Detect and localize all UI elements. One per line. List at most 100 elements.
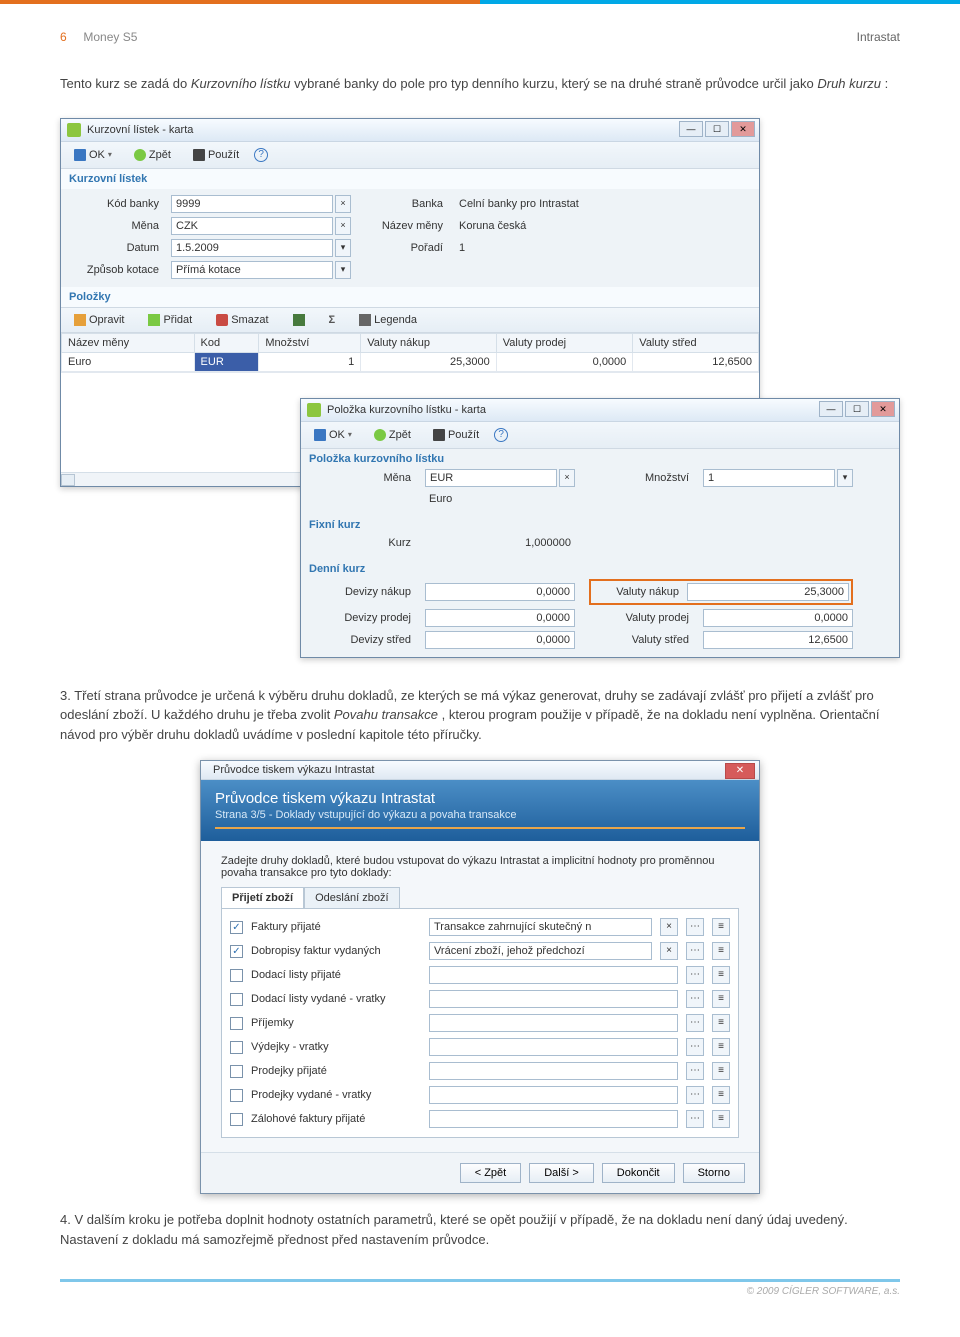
browse-transaction-button[interactable]: ⋯ <box>686 918 704 936</box>
label-kod-banky: Kód banky <box>69 198 159 210</box>
transaction-field[interactable]: Transakce zahrnující skutečný n <box>429 918 652 936</box>
tab-prijeti-zbozi[interactable]: Přijetí zboží <box>221 887 304 908</box>
finish-button[interactable]: Dokončit <box>602 1163 675 1183</box>
browse-transaction-button[interactable]: ⋯ <box>686 990 704 1008</box>
label-valuty-nakup: Valuty nákup <box>593 586 679 598</box>
col-mnozstvi[interactable]: Množství <box>259 333 361 352</box>
transaction-field[interactable] <box>429 1038 678 1056</box>
cancel-button[interactable]: Storno <box>683 1163 745 1183</box>
checkbox[interactable] <box>230 921 243 934</box>
checkbox[interactable] <box>230 993 243 1006</box>
dropdown-datum[interactable]: ▾ <box>335 239 351 257</box>
clear-transaction-button[interactable]: × <box>660 918 678 936</box>
label-poradi: Pořadí <box>363 242 443 254</box>
clear-transaction-button[interactable]: × <box>660 942 678 960</box>
col-kod[interactable]: Kod <box>194 333 259 352</box>
transaction-field[interactable] <box>429 1014 678 1032</box>
delete-button[interactable]: Smazat <box>209 311 275 329</box>
list-transaction-button[interactable]: ≡ <box>712 1062 730 1080</box>
checkbox[interactable] <box>230 1113 243 1126</box>
transaction-field[interactable] <box>429 1086 678 1104</box>
excel-button[interactable] <box>286 311 312 329</box>
input-devizy-stred[interactable]: 0,0000 <box>425 631 575 649</box>
input-devizy-prodej[interactable]: 0,0000 <box>425 609 575 627</box>
list-transaction-button[interactable]: ≡ <box>712 918 730 936</box>
apply-button[interactable]: Použít <box>186 146 246 164</box>
transaction-field[interactable] <box>429 966 678 984</box>
checkbox[interactable] <box>230 945 243 958</box>
browse-transaction-button[interactable]: ⋯ <box>686 1062 704 1080</box>
input-zpusob-kotace[interactable]: Přímá kotace <box>171 261 333 279</box>
checkbox[interactable] <box>230 1065 243 1078</box>
maximize-button[interactable]: ☐ <box>705 121 729 137</box>
apply-icon <box>433 429 445 441</box>
help-icon[interactable]: ? <box>254 148 268 162</box>
maximize-button[interactable]: ☐ <box>845 401 869 417</box>
checkbox[interactable] <box>230 1089 243 1102</box>
input-mena[interactable]: CZK <box>171 217 333 235</box>
cell-mnozstvi: 1 <box>259 352 361 371</box>
browse-transaction-button[interactable]: ⋯ <box>686 1110 704 1128</box>
input-mena[interactable]: EUR <box>425 469 557 487</box>
clear-mena[interactable]: × <box>335 217 351 235</box>
window-controls: — ☐ ✕ <box>679 121 755 137</box>
col-valuty-stred[interactable]: Valuty střed <box>633 333 759 352</box>
input-mnozstvi[interactable]: 1 <box>703 469 835 487</box>
list-transaction-button[interactable]: ≡ <box>712 942 730 960</box>
input-devizy-nakup[interactable]: 0,0000 <box>425 583 575 601</box>
help-icon[interactable]: ? <box>494 428 508 442</box>
browse-transaction-button[interactable]: ⋯ <box>686 942 704 960</box>
transaction-field[interactable] <box>429 1062 678 1080</box>
sigma-button[interactable]: Σ <box>322 311 343 329</box>
col-valuty-prodej[interactable]: Valuty prodej <box>496 333 633 352</box>
list-transaction-button[interactable]: ≡ <box>712 1038 730 1056</box>
list-transaction-button[interactable]: ≡ <box>712 990 730 1008</box>
ok-button[interactable]: OK ▾ <box>67 146 119 164</box>
add-button[interactable]: Přidat <box>141 311 199 329</box>
checkbox[interactable] <box>230 1041 243 1054</box>
browse-transaction-button[interactable]: ⋯ <box>686 1038 704 1056</box>
input-kod-banky[interactable]: 9999 <box>171 195 333 213</box>
checkbox[interactable] <box>230 1017 243 1030</box>
transaction-field[interactable]: Vrácení zboží, jehož předchozí <box>429 942 652 960</box>
col-valuty-nakup[interactable]: Valuty nákup <box>361 333 497 352</box>
input-valuty-nakup[interactable]: 25,3000 <box>687 583 849 601</box>
checkbox[interactable] <box>230 969 243 982</box>
legend-button[interactable]: Legenda <box>352 311 424 329</box>
clear-mena[interactable]: × <box>559 469 575 487</box>
back-button[interactable]: < Zpět <box>460 1163 522 1183</box>
input-valuty-prodej[interactable]: 0,0000 <box>703 609 853 627</box>
close-button[interactable]: ✕ <box>731 121 755 137</box>
dropdown-zpusob[interactable]: ▾ <box>335 261 351 279</box>
next-button[interactable]: Další > <box>529 1163 594 1183</box>
input-datum[interactable]: 1.5.2009 <box>171 239 333 257</box>
ok-button[interactable]: OK ▾ <box>307 426 359 444</box>
list-transaction-button[interactable]: ≡ <box>712 1110 730 1128</box>
browse-transaction-button[interactable]: ⋯ <box>686 966 704 984</box>
scroll-left-arrow[interactable] <box>61 474 75 486</box>
list-transaction-button[interactable]: ≡ <box>712 1014 730 1032</box>
table-row[interactable]: Euro EUR 1 25,3000 0,0000 12,6500 <box>62 352 759 371</box>
close-button[interactable]: ✕ <box>871 401 895 417</box>
col-nazev-meny[interactable]: Název měny <box>62 333 195 352</box>
list-transaction-button[interactable]: ≡ <box>712 966 730 984</box>
input-valuty-stred[interactable]: 12,6500 <box>703 631 853 649</box>
tab-odeslani-zbozi[interactable]: Odeslání zboží <box>304 887 399 908</box>
transaction-field[interactable] <box>429 990 678 1008</box>
edit-button[interactable]: Opravit <box>67 311 131 329</box>
apply-button[interactable]: Použít <box>426 426 486 444</box>
minimize-button[interactable]: — <box>679 121 703 137</box>
browse-transaction-button[interactable]: ⋯ <box>686 1014 704 1032</box>
close-button[interactable]: ✕ <box>725 763 755 779</box>
back-button[interactable]: Zpět <box>127 146 178 164</box>
back-button[interactable]: Zpět <box>367 426 418 444</box>
minimize-button[interactable]: — <box>819 401 843 417</box>
section-polozka: Položka kurzovního lístku <box>301 449 899 465</box>
transaction-field[interactable] <box>429 1110 678 1128</box>
list-transaction-button[interactable]: ≡ <box>712 1086 730 1104</box>
browse-transaction-button[interactable]: ⋯ <box>686 1086 704 1104</box>
clear-kod-banky[interactable]: × <box>335 195 351 213</box>
apply-label: Použít <box>448 429 479 441</box>
window-polozka-kurz-listku: Položka kurzovního lístku - karta — ☐ ✕ … <box>300 398 900 658</box>
dropdown-mnozstvi[interactable]: ▾ <box>837 469 853 487</box>
